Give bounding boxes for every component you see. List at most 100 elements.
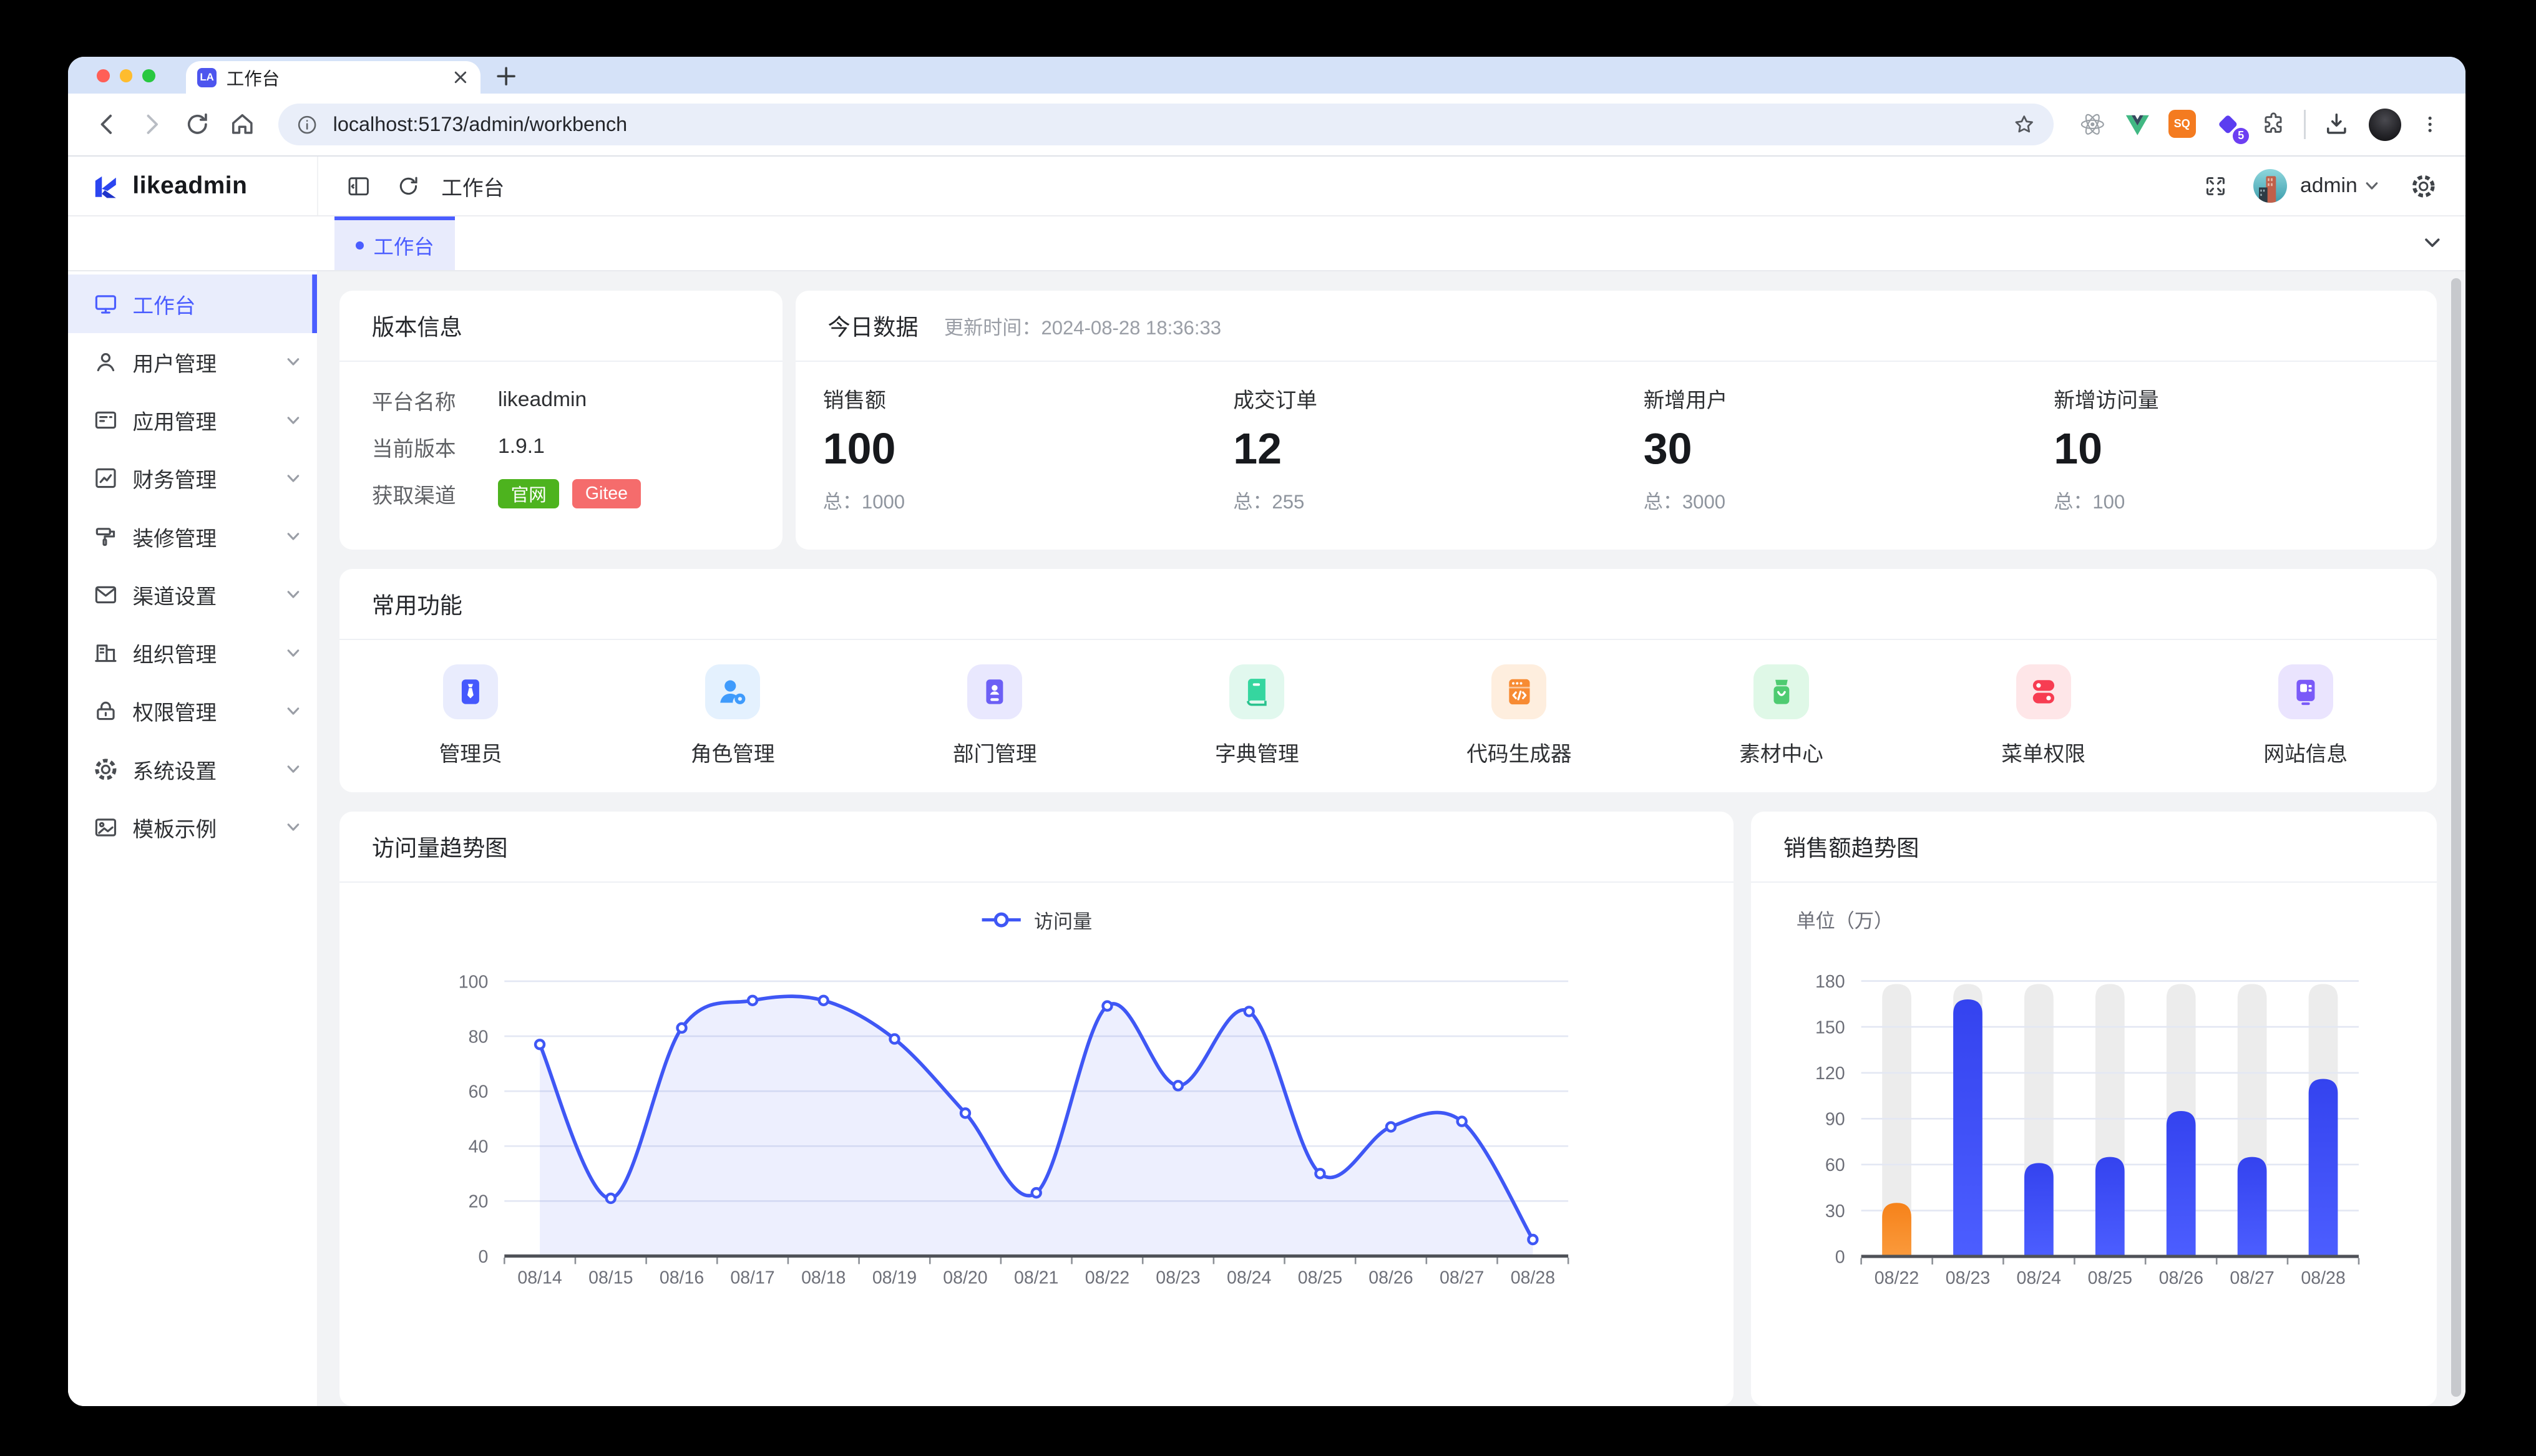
chevron-down-icon — [285, 761, 301, 777]
back-icon[interactable] — [92, 110, 122, 139]
updated-time: 更新时间：2024-08-28 18:36:33 — [944, 312, 1221, 340]
menu-kebab-icon[interactable] — [2419, 110, 2441, 139]
quick-item-material[interactable]: 素材中心 — [1650, 664, 1912, 768]
org-icon — [94, 641, 118, 665]
quick-item-role[interactable]: 角色管理 — [602, 664, 864, 768]
svg-text:60: 60 — [469, 1082, 489, 1102]
svg-text:08/14: 08/14 — [517, 1268, 562, 1288]
codegen-icon — [1491, 664, 1546, 719]
svg-text:08/26: 08/26 — [1368, 1268, 1413, 1288]
sidebar-item-label: 模板示例 — [132, 812, 285, 843]
new-tab-button[interactable] — [495, 65, 517, 87]
tab-list-dropdown-icon[interactable] — [2422, 233, 2443, 254]
sidebar-item-permission[interactable]: 权限管理 — [68, 682, 318, 740]
sidebar-item-label: 应用管理 — [132, 405, 285, 435]
stat-total: 总：3000 — [1644, 486, 2026, 514]
forward-icon[interactable] — [137, 110, 167, 139]
svg-text:08/15: 08/15 — [588, 1268, 633, 1288]
zoom-window-button[interactable] — [142, 69, 155, 82]
tab-close-icon[interactable] — [452, 69, 469, 85]
sidebar-item-finance[interactable]: 财务管理 — [68, 449, 318, 507]
gear-icon — [94, 757, 118, 782]
sidebar-item-workbench[interactable]: 工作台 — [68, 274, 318, 332]
browser-window: LA 工作台 localhost:5173/admin/workbench SQ — [68, 57, 2465, 1406]
fullscreen-icon[interactable] — [2203, 174, 2228, 198]
sales-chart-title: 销售额趋势图 — [1783, 830, 1919, 863]
browser-profile-avatar[interactable] — [2369, 109, 2401, 141]
lock-icon — [94, 699, 118, 723]
sidebar-item-label: 系统设置 — [132, 754, 285, 785]
main-area: 工作台 用户管理 应用管理 财务管理 装修管理 渠道设置 组织管理 权限管理 系… — [68, 271, 2465, 1406]
stat-label: 销售额 — [823, 383, 1206, 414]
visits-trend-card: 访问量趋势图 访问量 02040608010008/1408/1508/1608… — [339, 812, 1733, 1406]
stat-value: 30 — [1644, 424, 2026, 473]
vue-devtools-icon[interactable] — [2123, 110, 2152, 139]
stat-label: 新增访问量 — [2054, 383, 2436, 414]
user-icon — [94, 350, 118, 374]
sq-extension-icon[interactable]: SQ — [2168, 110, 2198, 139]
sidebar-item-label: 工作台 — [132, 289, 301, 319]
legend-line-icon — [980, 910, 1022, 929]
desktop-background: LA 工作台 localhost:5173/admin/workbench SQ — [0, 0, 2535, 1456]
svg-text:08/28: 08/28 — [1511, 1268, 1555, 1288]
sidebar-item-template[interactable]: 模板示例 — [68, 798, 318, 857]
collapse-sidebar-icon[interactable] — [346, 173, 371, 199]
sidebar-item-decoration[interactable]: 装修管理 — [68, 507, 318, 565]
browser-tab[interactable]: LA 工作台 — [186, 61, 480, 94]
sales-bar-chart: 030609012015018008/2208/2308/2408/2508/2… — [1751, 931, 2437, 1295]
user-avatar[interactable] — [2253, 169, 2287, 203]
minimize-window-button[interactable] — [120, 69, 133, 82]
settings-gear-icon[interactable] — [2411, 173, 2436, 199]
reload-icon[interactable] — [183, 110, 212, 139]
download-icon[interactable] — [2322, 110, 2351, 139]
dept-icon — [967, 664, 1022, 719]
quick-item-siteinfo[interactable]: 网站信息 — [2175, 664, 2437, 768]
page-scrollbar[interactable] — [2451, 278, 2461, 1397]
close-window-button[interactable] — [97, 69, 110, 82]
page-tab-workbench[interactable]: 工作台 — [334, 216, 455, 270]
y-axis-unit-label: 单位（万） — [1797, 905, 2437, 931]
chevron-down-icon — [285, 528, 301, 545]
brand-area: likeadmin — [68, 157, 319, 215]
sidebar-item-label: 装修管理 — [132, 522, 285, 552]
quick-item-dict[interactable]: 字典管理 — [1126, 664, 1388, 768]
sidebar-item-channel[interactable]: 渠道设置 — [68, 566, 318, 624]
svg-text:180: 180 — [1815, 972, 1845, 992]
sidebar-item-organization[interactable]: 组织管理 — [68, 624, 318, 682]
channel-link-Gitee[interactable]: Gitee — [572, 479, 641, 508]
extensions-puzzle-icon[interactable] — [2259, 110, 2288, 139]
page-tab-bar: 工作台 — [68, 216, 2465, 271]
svg-text:08/23: 08/23 — [1946, 1268, 1990, 1288]
svg-text:0: 0 — [1835, 1248, 1845, 1268]
refresh-page-icon[interactable] — [396, 174, 421, 198]
quick-item-admin[interactable]: 管理员 — [339, 664, 602, 768]
svg-text:08/25: 08/25 — [2088, 1268, 2132, 1288]
username[interactable]: admin — [2300, 174, 2358, 198]
svg-text:08/25: 08/25 — [1298, 1268, 1342, 1288]
site-info-icon[interactable] — [296, 114, 318, 136]
quick-item-label: 代码生成器 — [1466, 737, 1571, 767]
home-icon[interactable] — [228, 110, 257, 139]
sidebar-item-settings[interactable]: 系统设置 — [68, 740, 318, 798]
svg-text:08/22: 08/22 — [1085, 1268, 1129, 1288]
quick-item-codegen[interactable]: 代码生成器 — [1388, 664, 1650, 768]
url-text[interactable]: localhost:5173/admin/workbench — [333, 113, 2012, 136]
bookmark-star-icon[interactable] — [2011, 112, 2037, 137]
visits-chart-title: 访问量趋势图 — [372, 830, 508, 863]
decor-icon — [94, 525, 118, 549]
sidebar-item-application[interactable]: 应用管理 — [68, 391, 318, 449]
sidebar-item-label: 用户管理 — [132, 347, 285, 377]
sidebar-item-user[interactable]: 用户管理 — [68, 333, 318, 391]
address-bar[interactable]: localhost:5173/admin/workbench — [278, 104, 2054, 145]
chart-legend[interactable]: 访问量 — [339, 902, 1733, 938]
version-row: 平台名称likeadmin — [372, 383, 750, 417]
version-row: 当前版本1.9.1 — [372, 430, 750, 463]
quick-item-dept[interactable]: 部门管理 — [864, 664, 1126, 768]
active-tab-dot — [356, 241, 364, 250]
svg-text:08/27: 08/27 — [2230, 1268, 2274, 1288]
svg-text:08/16: 08/16 — [660, 1268, 704, 1288]
quick-item-menuperm[interactable]: 菜单权限 — [1913, 664, 2175, 768]
diamond-extension-icon[interactable]: 5 — [2213, 110, 2243, 139]
channel-link-官网[interactable]: 官网 — [498, 479, 559, 508]
react-devtools-icon[interactable] — [2078, 110, 2107, 139]
